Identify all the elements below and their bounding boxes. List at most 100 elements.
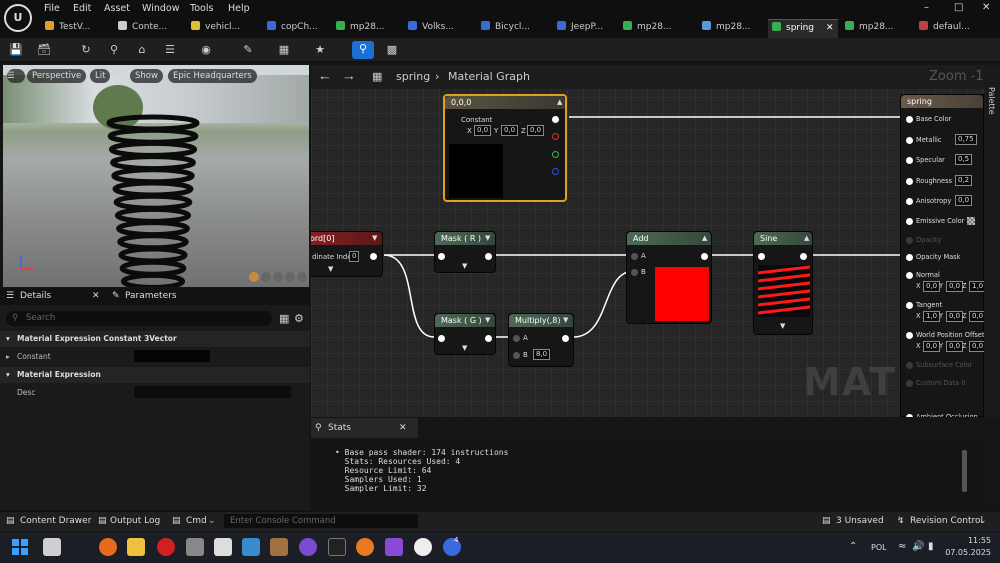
collapse-node-icon[interactable]: ▲ — [702, 234, 707, 242]
category-constant-3vector[interactable]: ▾ Material Expression Constant 3Vector — [0, 331, 310, 347]
desc-input[interactable] — [134, 386, 291, 398]
maximize-button[interactable]: □ — [954, 2, 963, 13]
details-search-input[interactable]: ⚲ Search — [6, 311, 272, 326]
menu-edit[interactable]: Edit — [73, 3, 91, 14]
cmd-dropdown-icon[interactable]: ⌄ — [208, 516, 216, 526]
firefox-icon[interactable] — [99, 538, 117, 556]
editor-tab[interactable]: Volks... — [404, 19, 474, 38]
constant-y-input[interactable]: 0,0 — [501, 125, 519, 136]
hierarchy-icon[interactable]: ☰ — [162, 42, 178, 58]
normal-x-input[interactable]: 0,0 — [923, 281, 941, 292]
inkscape-icon[interactable] — [186, 538, 204, 556]
result-input-pin[interactable] — [906, 198, 913, 205]
input-pin[interactable] — [758, 253, 765, 260]
editor-tab[interactable]: mp28... — [698, 19, 764, 38]
editor-tab[interactable]: mp28... — [332, 19, 400, 38]
clock-time[interactable]: 11:55 — [951, 536, 991, 545]
editor-tab[interactable]: vehicl... — [187, 19, 259, 38]
settings-icon[interactable]: ⚙ — [294, 312, 304, 325]
result-node[interactable]: spring Base Color Metallic 0,75 Specular 0,5… — [900, 94, 987, 417]
editor-tab[interactable]: spring ✕ — [768, 19, 838, 38]
terminal-icon[interactable] — [328, 538, 346, 556]
category-material-expression[interactable]: ▾ Material Expression — [0, 367, 310, 383]
menu-help[interactable]: Help — [228, 3, 250, 14]
revision-control-button[interactable]: Revision Control — [910, 516, 983, 526]
output-b-pin[interactable] — [552, 168, 559, 175]
cmd-button[interactable]: Cmd — [186, 516, 207, 526]
result-input-pin[interactable] — [906, 302, 913, 309]
result-input-pin[interactable] — [906, 137, 913, 144]
output-pin[interactable] — [485, 253, 492, 260]
result-input-pin[interactable] — [906, 380, 913, 387]
output-log-button[interactable]: Output Log — [110, 516, 160, 526]
unreal-engine-icon[interactable] — [414, 538, 432, 556]
close-stats-icon[interactable]: ✕ — [399, 418, 407, 438]
editor-tab[interactable]: mp28... — [619, 19, 695, 38]
file-explorer-icon[interactable] — [127, 538, 145, 556]
output-pin[interactable] — [800, 253, 807, 260]
unsaved-button[interactable]: 3 Unsaved — [836, 516, 884, 526]
save-icon[interactable]: 💾 — [8, 42, 24, 58]
normal-y-input[interactable]: 0,0 — [946, 281, 964, 292]
result-pin-value[interactable]: 0,75 — [955, 134, 977, 145]
blender-icon[interactable] — [356, 538, 374, 556]
output-pin[interactable] — [552, 116, 559, 123]
stats-scrollbar[interactable] — [962, 450, 967, 492]
minimize-button[interactable]: – — [924, 2, 929, 13]
editor-tab[interactable]: Bicycl... — [477, 19, 549, 38]
constant-x-input[interactable]: 0,0 — [474, 125, 492, 136]
environment-button[interactable]: Epic Headquarters — [168, 69, 257, 83]
menu-window[interactable]: Window — [142, 3, 179, 14]
result-input-pin[interactable] — [906, 157, 913, 164]
result-input-pin[interactable] — [906, 362, 913, 369]
input-a-pin[interactable] — [513, 335, 520, 342]
output-pin[interactable] — [370, 253, 377, 260]
result-input-pin[interactable] — [906, 116, 913, 123]
davinci-icon[interactable] — [157, 538, 175, 556]
result-input-pin[interactable] — [906, 272, 913, 279]
sine-node[interactable]: Sine ▲ ▼ — [753, 231, 813, 335]
gimp-icon[interactable] — [214, 538, 232, 556]
unreal-logo-icon[interactable]: U — [4, 4, 32, 32]
output-pin[interactable] — [485, 335, 492, 342]
wifi-icon[interactable]: ≈ — [898, 541, 906, 552]
perspective-button[interactable]: Perspective — [27, 69, 87, 83]
media-player-icon[interactable] — [299, 538, 317, 556]
input-a-pin[interactable] — [631, 253, 638, 260]
content-drawer-button[interactable]: Content Drawer — [20, 516, 91, 526]
clean-icon[interactable]: ✎ — [240, 42, 256, 58]
editor-tab[interactable]: mp28... — [841, 19, 911, 38]
input-b-pin[interactable] — [513, 352, 520, 359]
collapse-node-icon[interactable]: ▲ — [557, 98, 562, 106]
task-view-icon[interactable] — [43, 538, 61, 556]
collapse-node-icon[interactable]: ▼ — [372, 234, 377, 242]
output-pin[interactable] — [562, 335, 569, 342]
result-input-pin[interactable] — [906, 414, 913, 417]
result-input-pin[interactable] — [906, 254, 913, 261]
viewport-menu-icon[interactable]: ☰ — [7, 69, 25, 83]
graph-icon[interactable]: ★ — [312, 42, 328, 58]
collapse-node-icon[interactable]: ▼ — [485, 234, 490, 242]
palette-strip[interactable]: Palette — [984, 65, 1000, 417]
browse-icon[interactable]: 🗃 — [36, 42, 52, 58]
tangent-x-input[interactable]: 1,0 — [923, 311, 941, 322]
editor-tab[interactable]: copCh... — [263, 19, 329, 38]
home-icon[interactable]: ⌂ — [134, 42, 150, 58]
tab-parameters[interactable]: Parameters — [125, 288, 177, 305]
revision-dropdown-icon[interactable]: ⌄ — [979, 516, 987, 526]
tray-chevron-icon[interactable]: ⌃ — [849, 541, 857, 552]
palette-tab[interactable]: Palette — [987, 87, 996, 115]
constant-color-swatch[interactable] — [134, 350, 210, 362]
tab-details[interactable]: Details — [20, 288, 51, 305]
preview-viewport[interactable]: ☰ Perspective Lit Show Epic Headquarters — [3, 65, 309, 287]
collapse-node-icon[interactable]: ▼ — [485, 316, 490, 324]
menu-asset[interactable]: Asset — [104, 3, 130, 14]
input-pin[interactable] — [438, 253, 445, 260]
result-input-pin[interactable] — [906, 237, 913, 244]
input-b-pin[interactable] — [631, 269, 638, 276]
expand-node-icon[interactable]: ▼ — [328, 265, 333, 273]
volume-icon[interactable]: 🔊 — [912, 541, 924, 552]
tangent-y-input[interactable]: 0,0 — [946, 311, 964, 322]
mask-g-node[interactable]: Mask ( G ) ▼ ▼ — [434, 313, 496, 355]
node-icon[interactable]: ▦ — [276, 42, 292, 58]
